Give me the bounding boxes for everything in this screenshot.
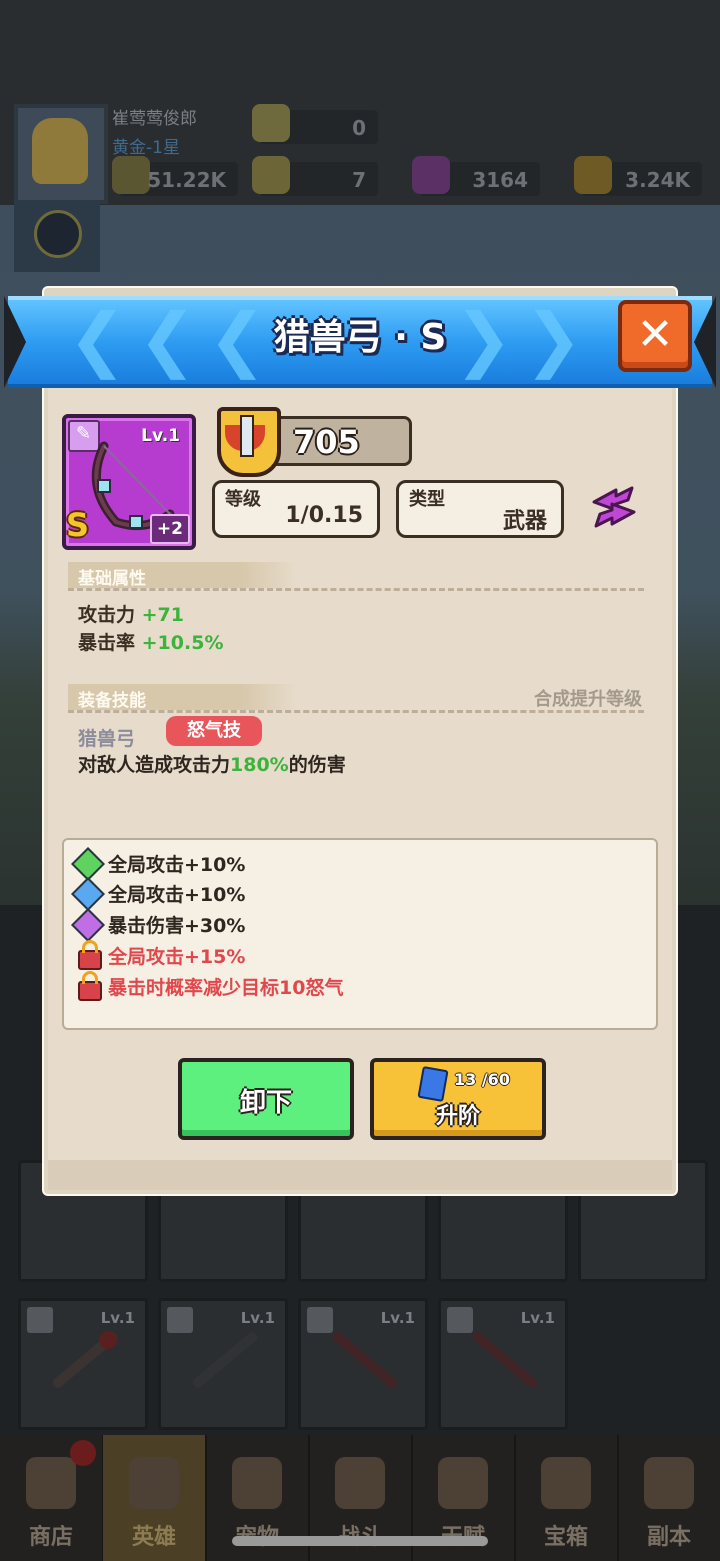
level-value: 1/0.15 <box>285 503 363 528</box>
item-detail-dialog: ❮ ❮ ❮ ❯ ❯ 猎兽弓 · S ✕ ✎ Lv.1 S +2 705 等级 1… <box>4 288 716 1196</box>
orb-resource[interactable]: 3164 <box>412 156 540 196</box>
hero-icon <box>129 1457 179 1509</box>
pet-icon <box>232 1457 282 1509</box>
nav-hero[interactable]: 英雄 <box>103 1435 207 1561</box>
equipment-slot[interactable]: Lv.1 <box>438 1298 568 1430</box>
upgrade-card-count: 13 /60 <box>454 1070 510 1089</box>
upgrade-button[interactable]: 13 /60 升阶 <box>370 1058 546 1140</box>
energy-resource[interactable]: 7 <box>252 156 378 196</box>
scroll-icon <box>644 1457 694 1509</box>
skill-type-badge: 怒气技 <box>166 716 262 746</box>
pencil-icon <box>27 1307 53 1333</box>
green-gem-icon <box>71 847 105 881</box>
player-avatar[interactable] <box>14 104 108 204</box>
swap-icon[interactable] <box>588 482 640 532</box>
equipment-slot[interactable]: Lv.1 <box>18 1298 148 1430</box>
lock-icon <box>78 971 102 1001</box>
item-icon-card[interactable]: ✎ Lv.1 S +2 <box>62 414 196 550</box>
close-button[interactable]: ✕ <box>618 300 692 372</box>
coin-resource[interactable]: 3.24K <box>574 156 702 196</box>
attribute-crit-rate: 暴击率 +10.5% <box>78 632 224 654</box>
orb-icon <box>412 156 450 194</box>
power-value: 705 <box>293 423 360 461</box>
skill-name: 猎兽弓 <box>78 728 136 750</box>
unequip-button[interactable]: 卸下 <box>178 1058 354 1140</box>
card-icon <box>417 1065 449 1103</box>
coin-icon <box>574 156 612 194</box>
close-icon: ✕ <box>636 309 674 360</box>
dialog-footer <box>48 1160 672 1190</box>
shop-icon <box>26 1457 76 1509</box>
home-indicator[interactable] <box>232 1536 488 1546</box>
power-resource: 51.22K <box>112 156 238 196</box>
rank-badge <box>14 200 100 272</box>
nav-dungeon[interactable]: 副本 <box>618 1435 720 1561</box>
player-rank: 黄金-1星 <box>112 138 180 158</box>
attribute-attack: 攻击力 +71 <box>78 604 185 626</box>
blade-icon <box>331 1330 399 1390</box>
pencil-icon <box>447 1307 473 1333</box>
type-box: 类型 武器 <box>396 480 564 538</box>
skill-description: 对敌人造成攻击力180%的伤害 <box>78 754 346 776</box>
equipment-skill-header: 装备技能 <box>68 684 298 711</box>
power-display: 705 <box>217 407 412 477</box>
type-label: 类型 <box>409 489 445 510</box>
chest-icon <box>541 1457 591 1509</box>
nav-chest[interactable]: 宝箱 <box>515 1435 619 1561</box>
notification-dot <box>70 1440 96 1466</box>
buff-list: 全局攻击+10% 全局攻击+10% 暴击伤害+30% 全局攻击+15% 暴击时概… <box>62 838 658 1030</box>
energy-icon <box>252 156 290 194</box>
base-attributes-header: 基础属性 <box>68 562 298 589</box>
gem-icon <box>252 104 290 142</box>
level-box: 等级 1/0.15 <box>212 480 380 538</box>
avatar-face <box>32 118 88 184</box>
pencil-icon <box>167 1307 193 1333</box>
fist-icon <box>438 1457 488 1509</box>
purple-gem-icon <box>71 908 105 942</box>
blue-gem-icon <box>71 877 105 911</box>
equipment-slot[interactable]: Lv.1 <box>158 1298 288 1430</box>
crossed-swords-icon <box>335 1457 385 1509</box>
blade-icon <box>471 1330 539 1390</box>
power-icon <box>112 156 150 194</box>
level-label: 等级 <box>225 489 261 510</box>
item-grade: S <box>66 506 90 544</box>
player-name: 崔莺莺俊郎 <box>112 109 197 129</box>
divider <box>68 588 644 594</box>
sword-shield-icon <box>217 407 281 477</box>
pencil-icon <box>307 1307 333 1333</box>
dialog-title: 猎兽弓 · S <box>273 317 447 358</box>
title-ribbon: ❮ ❮ ❮ ❯ ❯ 猎兽弓 · S <box>4 296 716 388</box>
badge-emblem-icon <box>34 210 82 258</box>
lock-icon <box>78 940 102 970</box>
divider <box>68 710 644 716</box>
item-plus-level: +2 <box>149 514 190 544</box>
gem-resource[interactable]: 0 <box>252 104 378 144</box>
equipment-slot[interactable]: Lv.1 <box>298 1298 428 1430</box>
scepter-orb <box>99 1331 117 1349</box>
hammer-icon <box>191 1330 259 1390</box>
type-value: 武器 <box>502 509 547 534</box>
synth-hint: 合成提升等级 <box>534 689 642 710</box>
